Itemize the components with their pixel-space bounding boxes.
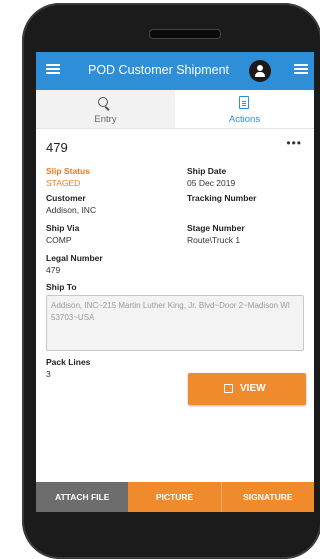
document-icon: [239, 96, 249, 109]
ship-to-label: Ship To: [46, 282, 77, 292]
tab-entry[interactable]: Entry: [36, 90, 175, 128]
ship-date-label: Ship Date: [187, 166, 227, 176]
customer-value: Addison, INC: [46, 205, 97, 215]
tracking-number-label: Tracking Number: [187, 193, 257, 203]
avatar-body: [255, 72, 265, 77]
pack-lines-value: 3: [46, 369, 51, 379]
user-avatar-icon[interactable]: [249, 60, 271, 82]
stage-number-label: Stage Number: [187, 223, 245, 233]
legal-number-label: Legal Number: [46, 253, 103, 263]
more-options-icon[interactable]: •••: [286, 136, 302, 150]
phone-speaker: [149, 29, 221, 39]
app-bar: POD Customer Shipment: [36, 52, 314, 90]
tab-actions-label: Actions: [228, 114, 261, 125]
overflow-menu-icon[interactable]: [294, 64, 308, 74]
customer-label: Customer: [46, 193, 86, 203]
picture-button[interactable]: PICTURE: [128, 482, 222, 512]
legal-number-value: 479: [46, 265, 61, 275]
stage-number-value: Route\Truck 1: [187, 235, 241, 245]
ship-to-field[interactable]: Addison, INC~215 Martin Luther King, Jr.…: [46, 295, 304, 351]
slip-status-label: Slip Status: [46, 166, 90, 176]
view-button-label: VIEW: [240, 383, 266, 394]
hamburger-menu-icon[interactable]: [46, 64, 60, 74]
slip-number: 479: [46, 140, 68, 155]
app-screen: POD Customer Shipment Entry Actions 479 …: [36, 52, 314, 512]
search-icon: [98, 97, 108, 107]
view-icon: [224, 384, 233, 393]
pack-lines-label: Pack Lines: [46, 357, 91, 367]
ship-via-label: Ship Via: [46, 223, 80, 233]
tab-actions[interactable]: Actions: [175, 90, 314, 128]
view-button[interactable]: VIEW: [188, 373, 306, 405]
ship-date-value: 05 Dec 2019: [187, 178, 236, 188]
ship-via-value: COMP: [46, 235, 72, 245]
tab-bar: Entry Actions: [36, 90, 314, 129]
page-title: POD Customer Shipment: [88, 63, 230, 77]
slip-status-value: STAGED: [46, 178, 81, 188]
bottom-action-bar: ATTACH FILE PICTURE SIGNATURE: [36, 482, 314, 512]
attach-file-button[interactable]: ATTACH FILE: [36, 482, 129, 512]
avatar-head: [257, 65, 263, 71]
tab-entry-label: Entry: [94, 114, 117, 125]
signature-button[interactable]: SIGNATURE: [221, 482, 314, 512]
